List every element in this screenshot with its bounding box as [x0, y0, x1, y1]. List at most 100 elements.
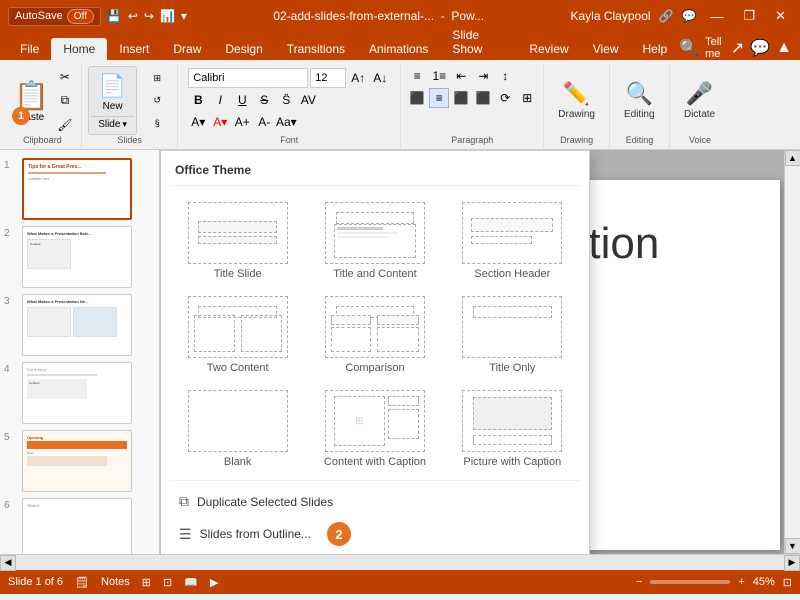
section-button[interactable]: §	[143, 113, 171, 133]
share-ribbon-icon[interactable]: ↗	[731, 38, 744, 58]
highlight-color-button[interactable]: A▾	[188, 112, 208, 132]
tab-home[interactable]: Home	[51, 38, 107, 60]
dictate-button[interactable]: 🎤 Dictate	[676, 77, 723, 124]
zoom-minus-button[interactable]: −	[636, 576, 642, 588]
layout-button[interactable]: ⊞	[143, 69, 171, 89]
slide-item-6[interactable]: 6 Slide 6	[4, 498, 155, 554]
layout-item-section-header[interactable]: Section Header	[448, 198, 577, 284]
font-color-button[interactable]: A▾	[210, 112, 230, 132]
slide-item-1[interactable]: 1 Tips for a Great Pres... Subtitle text	[4, 158, 155, 220]
menu-item-reuse[interactable]: ↩ Reuse Slides...	[169, 552, 581, 554]
new-slide-top[interactable]: 📄 New	[91, 69, 134, 117]
slide-thumb-1[interactable]: Tips for a Great Pres... Subtitle text	[22, 158, 132, 220]
decrease-indent-button[interactable]: ⇤	[451, 66, 471, 86]
zoom-level[interactable]: 45%	[753, 576, 775, 588]
align-left-button[interactable]: ⬛	[407, 88, 427, 108]
text-direction-button[interactable]: ⟳	[495, 88, 515, 108]
undo-icon[interactable]: ↩	[128, 9, 138, 23]
cut-button[interactable]: ✂	[55, 67, 75, 87]
slide-thumb-2[interactable]: What Makes a Presentation Bett... Conten…	[22, 226, 132, 288]
increase-indent-button[interactable]: ⇥	[473, 66, 493, 86]
scroll-down-button[interactable]: ▼	[785, 538, 800, 554]
tab-file[interactable]: File	[8, 38, 51, 60]
tab-transitions[interactable]: Transitions	[275, 38, 357, 60]
scroll-up-button[interactable]: ▲	[785, 150, 800, 166]
slide-thumb-3[interactable]: What Makes a Presentation Ne...	[22, 294, 132, 356]
scroll-left-button[interactable]: ◀	[0, 555, 16, 571]
layout-item-blank[interactable]: Blank	[173, 386, 302, 472]
bullet-list-button[interactable]: ≡	[407, 66, 427, 86]
view-normal-icon[interactable]: ⊞	[142, 576, 151, 589]
increase-font-button[interactable]: A+	[232, 112, 252, 132]
menu-item-from-outline[interactable]: ☰ Slides from Outline... 2	[169, 516, 581, 552]
layout-item-content-caption[interactable]: ⊞ Content with Caption	[310, 386, 439, 472]
numbered-list-button[interactable]: 1≡	[429, 66, 449, 86]
slide-item-4[interactable]: 4 For a story Content	[4, 362, 155, 424]
copy-button[interactable]: ⧉	[55, 91, 75, 111]
new-slide-dropdown[interactable]: Slide ▾	[92, 117, 133, 132]
italic-button[interactable]: I	[210, 90, 230, 110]
format-painter-button[interactable]: 🖌	[55, 115, 75, 135]
tab-review[interactable]: Review	[517, 38, 580, 60]
share-icon[interactable]: 🔗	[659, 9, 674, 23]
layout-item-two-content[interactable]: Two Content	[173, 292, 302, 378]
slide-item-3[interactable]: 3 What Makes a Presentation Ne...	[4, 294, 155, 356]
tab-slideshow[interactable]: Slide Show	[440, 24, 517, 60]
slide-thumb-5[interactable]: Opening Body	[22, 430, 132, 492]
bold-button[interactable]: B	[188, 90, 208, 110]
view-slide-sorter-icon[interactable]: ⊡	[163, 576, 172, 589]
ribbon-collapse-icon[interactable]: ▲	[776, 39, 792, 57]
align-center-button[interactable]: ≡	[429, 88, 449, 108]
line-spacing-button[interactable]: ↕	[495, 66, 515, 86]
save-icon[interactable]: 💾	[107, 9, 122, 23]
restore-button[interactable]: ❐	[737, 6, 761, 26]
close-button[interactable]: ✕	[769, 6, 792, 26]
tab-insert[interactable]: Insert	[107, 38, 161, 60]
zoom-slider[interactable]	[650, 580, 730, 584]
font-size-down-button[interactable]: A↓	[370, 68, 390, 88]
tab-animations[interactable]: Animations	[357, 38, 440, 60]
layout-item-title-content[interactable]: Title and Content	[310, 198, 439, 284]
slide-item-5[interactable]: 5 Opening Body	[4, 430, 155, 492]
align-right-button[interactable]: ⬛	[451, 88, 471, 108]
font-size-input[interactable]	[310, 68, 346, 88]
redo-icon[interactable]: ↪	[144, 9, 154, 23]
tab-draw[interactable]: Draw	[161, 38, 213, 60]
slide-thumb-4[interactable]: For a story Content	[22, 362, 132, 424]
autosave-button[interactable]: AutoSave Off	[8, 7, 101, 26]
shadow-button[interactable]: S̈	[276, 90, 296, 110]
drawing-button[interactable]: ✏️ Drawing	[550, 77, 603, 124]
tab-help[interactable]: Help	[630, 38, 679, 60]
comments-ribbon-icon[interactable]: 💬	[750, 38, 770, 58]
comment-icon[interactable]: 💬	[681, 9, 696, 23]
convert-to-smart-art[interactable]: ⊞	[517, 88, 537, 108]
layout-item-comparison[interactable]: Comparison	[310, 292, 439, 378]
font-name-input[interactable]	[188, 68, 308, 88]
menu-item-duplicate[interactable]: ⧉ Duplicate Selected Slides	[169, 487, 581, 516]
editing-button[interactable]: 🔍 Editing	[616, 77, 663, 124]
layout-item-title-slide[interactable]: Title Slide	[173, 198, 302, 284]
fit-slide-button[interactable]: ⊡	[783, 576, 792, 589]
minimize-button[interactable]: —	[704, 7, 729, 26]
layout-item-picture-caption[interactable]: Picture with Caption	[448, 386, 577, 472]
decrease-font-button[interactable]: A-	[254, 112, 274, 132]
slide-item-2[interactable]: 2 What Makes a Presentation Bett... Cont…	[4, 226, 155, 288]
paste-button[interactable]: 📋 Paste 1	[10, 75, 53, 127]
font-size-up-button[interactable]: A↑	[348, 68, 368, 88]
scroll-right-button[interactable]: ▶	[784, 555, 800, 571]
view-reading-icon[interactable]: 📖	[184, 576, 198, 589]
zoom-plus-button[interactable]: +	[738, 576, 744, 588]
h-scroll-track[interactable]	[16, 555, 784, 570]
change-case-button[interactable]: Aa▾	[276, 112, 296, 132]
char-spacing-button[interactable]: AV	[298, 90, 318, 110]
notes-label[interactable]: Notes	[101, 576, 130, 588]
slide-thumb-6[interactable]: Slide 6	[22, 498, 132, 554]
justify-button[interactable]: ⬛	[473, 88, 493, 108]
layout-item-title-only[interactable]: Title Only	[448, 292, 577, 378]
tab-design[interactable]: Design	[213, 38, 274, 60]
strikethrough-button[interactable]: S	[254, 90, 274, 110]
tell-me-label[interactable]: Tell me	[705, 36, 725, 60]
view-slideshow-icon[interactable]: ▶	[210, 576, 218, 589]
reset-button[interactable]: ↺	[143, 91, 171, 111]
tab-view[interactable]: View	[581, 38, 631, 60]
